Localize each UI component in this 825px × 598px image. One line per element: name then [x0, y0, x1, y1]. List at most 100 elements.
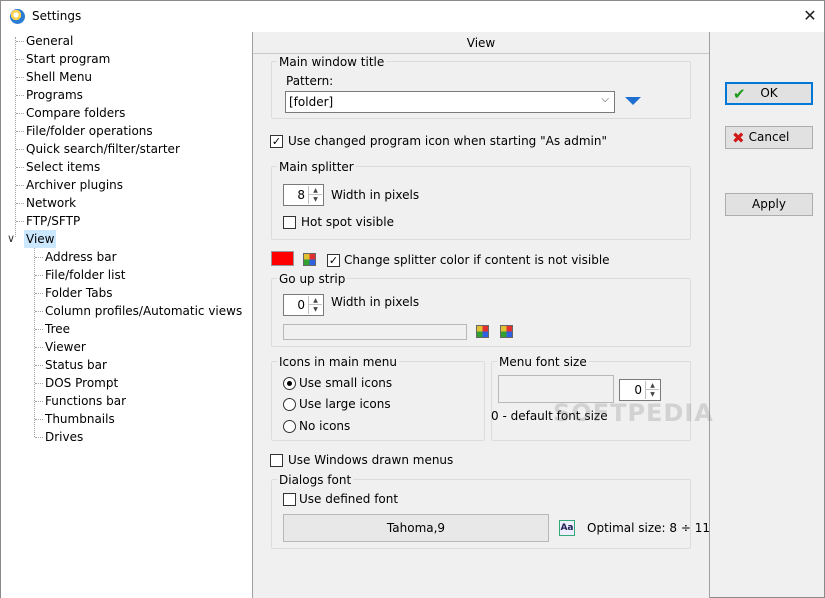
tree-item-general[interactable]: General — [24, 32, 75, 50]
tree-item-archiver-plugins[interactable]: Archiver plugins — [24, 176, 125, 194]
tree-item-dos-prompt[interactable]: DOS Prompt — [43, 374, 120, 392]
settings-window: Settings ✕ ∨ General Start program Shell M… — [0, 0, 825, 598]
ok-button[interactable]: ✔ OK — [725, 82, 813, 105]
tree-item-shell-menu[interactable]: Shell Menu — [24, 68, 94, 86]
strip-width-label: Width in pixels — [331, 295, 420, 309]
tree-item-drives[interactable]: Drives — [43, 428, 85, 446]
tree-connector — [16, 203, 24, 204]
tree-item-tree[interactable]: Tree — [43, 320, 72, 338]
color-picker-icon[interactable] — [476, 325, 489, 338]
app-icon — [10, 9, 25, 24]
ok-label: OK — [760, 86, 778, 100]
small-icons-label: Use small icons — [299, 376, 393, 390]
splitter-color-label: Change splitter color if content is not … — [344, 253, 610, 267]
settings-tree: ∨ General Start program Shell Menu Programs… — [1, 32, 252, 598]
tree-item-view[interactable]: View — [24, 230, 57, 248]
strip-width-spinner[interactable]: 0 ▲ ▼ — [283, 294, 324, 316]
dialogs-font-label: Dialogs font — [277, 473, 354, 487]
menu-font-size-spinner[interactable]: 0 ▲ ▼ — [619, 379, 661, 401]
pattern-combobox[interactable]: [folder] ⌵ — [285, 91, 615, 113]
window-title: Settings — [32, 9, 82, 23]
windows-menus-checkbox[interactable] — [270, 454, 283, 467]
watermark: SOFTPEDIA — [553, 399, 714, 427]
chevron-down-icon[interactable]: ∨ — [7, 232, 15, 245]
color-picker-icon[interactable] — [303, 253, 316, 266]
tree-connector — [35, 257, 43, 258]
font-dialog-icon[interactable]: Aa — [559, 520, 575, 536]
spin-down-icon[interactable]: ▼ — [309, 195, 322, 204]
close-icon[interactable]: ✕ — [797, 5, 823, 27]
font-select-button[interactable]: Tahoma,9 — [283, 514, 549, 542]
use-defined-font-checkbox[interactable] — [283, 493, 296, 506]
small-icons-radio[interactable] — [283, 377, 296, 390]
panel-header: View — [253, 32, 709, 54]
cancel-button[interactable]: ✖ Cancel — [725, 126, 813, 149]
menu-font-size-value: 0 — [634, 383, 642, 397]
spin-up-icon[interactable]: ▲ — [646, 381, 659, 390]
tree-connector — [16, 149, 24, 150]
chevron-down-icon[interactable]: ⌵ — [601, 94, 609, 105]
tree-item-column-profiles-automatic-views[interactable]: Column profiles/Automatic views — [43, 302, 244, 320]
large-icons-radio[interactable] — [283, 398, 296, 411]
tree-item-select-items[interactable]: Select items — [24, 158, 102, 176]
main-window-title-label: Main window title — [277, 55, 387, 69]
splitter-width-value: 8 — [297, 188, 305, 202]
splitter-color-swatch[interactable] — [271, 251, 294, 266]
strip-color-preview — [283, 324, 467, 340]
splitter-color-checkbox[interactable]: ✓ — [327, 254, 340, 267]
tree-connector — [35, 365, 43, 366]
tree-connector — [16, 95, 24, 96]
tree-connector — [16, 113, 24, 114]
pattern-label: Pattern: — [286, 74, 334, 88]
tree-connector — [35, 329, 43, 330]
hotspot-checkbox[interactable] — [283, 216, 296, 229]
tree-item-status-bar[interactable]: Status bar — [43, 356, 109, 374]
tree-item-start-program[interactable]: Start program — [24, 50, 112, 68]
spin-up-icon[interactable]: ▲ — [309, 186, 322, 195]
no-icons-radio[interactable] — [283, 420, 296, 433]
apply-button[interactable]: Apply — [725, 193, 813, 216]
hotspot-label: Hot spot visible — [301, 215, 394, 229]
tree-connector — [35, 293, 43, 294]
tree-item-network[interactable]: Network — [24, 194, 78, 212]
tree-item-compare-folders[interactable]: Compare folders — [24, 104, 127, 122]
tree-connector — [35, 437, 43, 438]
pattern-menu-icon[interactable] — [625, 97, 641, 105]
use-defined-font-label: Use defined font — [299, 492, 399, 506]
tree-item-file-folder-list[interactable]: File/folder list — [43, 266, 127, 284]
splitter-width-label: Width in pixels — [331, 188, 420, 202]
spin-down-icon[interactable]: ▼ — [309, 305, 322, 314]
tree-item-ftp-sftp[interactable]: FTP/SFTP — [24, 212, 82, 230]
view-settings-panel: View Main window title Pattern: [folder]… — [252, 32, 713, 598]
main-splitter-label: Main splitter — [277, 160, 356, 174]
spin-down-icon[interactable]: ▼ — [646, 390, 659, 399]
cancel-label: Cancel — [748, 130, 790, 144]
tree-item-functions-bar[interactable]: Functions bar — [43, 392, 128, 410]
menu-font-size-label: Menu font size — [497, 355, 589, 369]
no-icons-label: No icons — [299, 419, 351, 433]
tree-connector — [35, 347, 43, 348]
large-icons-label: Use large icons — [299, 397, 391, 411]
tree-item-viewer[interactable]: Viewer — [43, 338, 88, 356]
tree-item-folder-tabs[interactable]: Folder Tabs — [43, 284, 114, 302]
color-picker-icon[interactable] — [500, 325, 513, 338]
tree-item-file-folder-operations[interactable]: File/folder operations — [24, 122, 155, 140]
tree-connector — [16, 185, 24, 186]
admin-icon-checkbox[interactable]: ✓ — [270, 135, 283, 148]
tree-connector — [15, 37, 16, 237]
tree-connector — [16, 77, 24, 78]
splitter-width-spinner[interactable]: 8 ▲ ▼ — [283, 184, 324, 206]
tree-connector — [16, 59, 24, 60]
spin-up-icon[interactable]: ▲ — [309, 296, 322, 305]
icons-menu-label: Icons in main menu — [277, 355, 399, 369]
tree-connector — [16, 131, 24, 132]
pattern-value: [folder] — [289, 95, 334, 109]
tree-item-thumbnails[interactable]: Thumbnails — [43, 410, 117, 428]
tree-item-programs[interactable]: Programs — [24, 86, 85, 104]
go-up-strip-label: Go up strip — [277, 272, 348, 286]
tree-connector — [16, 221, 24, 222]
tree-item-address-bar[interactable]: Address bar — [43, 248, 119, 266]
tree-item-quick-search-filter-starter[interactable]: Quick search/filter/starter — [24, 140, 182, 158]
tree-connector — [35, 383, 43, 384]
tree-connector — [16, 167, 24, 168]
